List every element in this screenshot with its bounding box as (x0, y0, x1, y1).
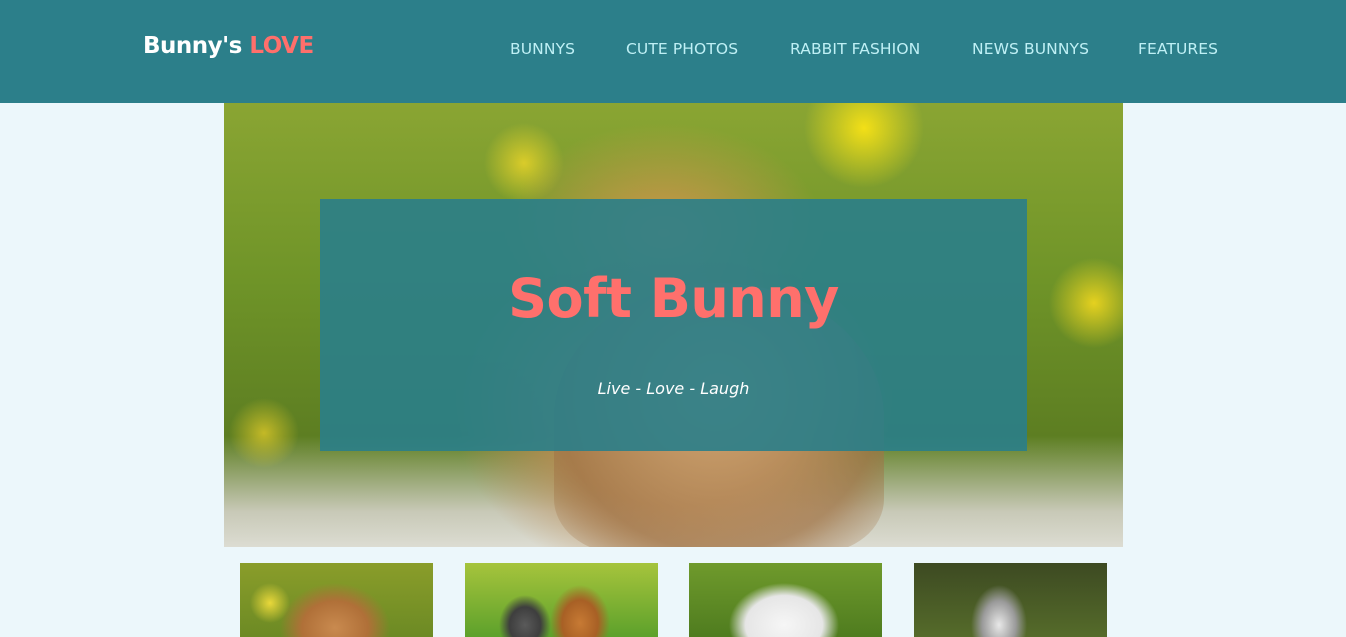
brand-name: Bunny's (143, 33, 242, 59)
brand-logo[interactable]: Bunny's LOVE (143, 33, 314, 59)
gallery-thumb-white-bunny[interactable] (689, 563, 882, 637)
hero-overlay: Soft Bunny Live - Love - Laugh (320, 199, 1027, 451)
hero-subtitle: Live - Love - Laugh (597, 379, 750, 398)
nav-link-rabbit-fashion[interactable]: RABBIT FASHION (790, 40, 920, 58)
gallery-thumb-grey-bunny[interactable] (914, 563, 1107, 637)
nav-link-features[interactable]: FEATURES (1138, 40, 1218, 58)
nav-link-news-bunnys[interactable]: NEWS BUNNYS (972, 40, 1089, 58)
gallery-thumb-lop-bunny[interactable] (240, 563, 433, 637)
hero-banner: Soft Bunny Live - Love - Laugh (224, 103, 1123, 547)
hero-title: Soft Bunny (508, 267, 839, 330)
gallery-thumb-bunnies-kissing[interactable] (465, 563, 658, 637)
navbar: Bunny's LOVE BUNNYS CUTE PHOTOS RABBIT F… (0, 0, 1346, 103)
nav-link-cute-photos[interactable]: CUTE PHOTOS (626, 40, 738, 58)
brand-accent: LOVE (249, 33, 314, 59)
nav-link-bunnys[interactable]: BUNNYS (510, 40, 575, 58)
